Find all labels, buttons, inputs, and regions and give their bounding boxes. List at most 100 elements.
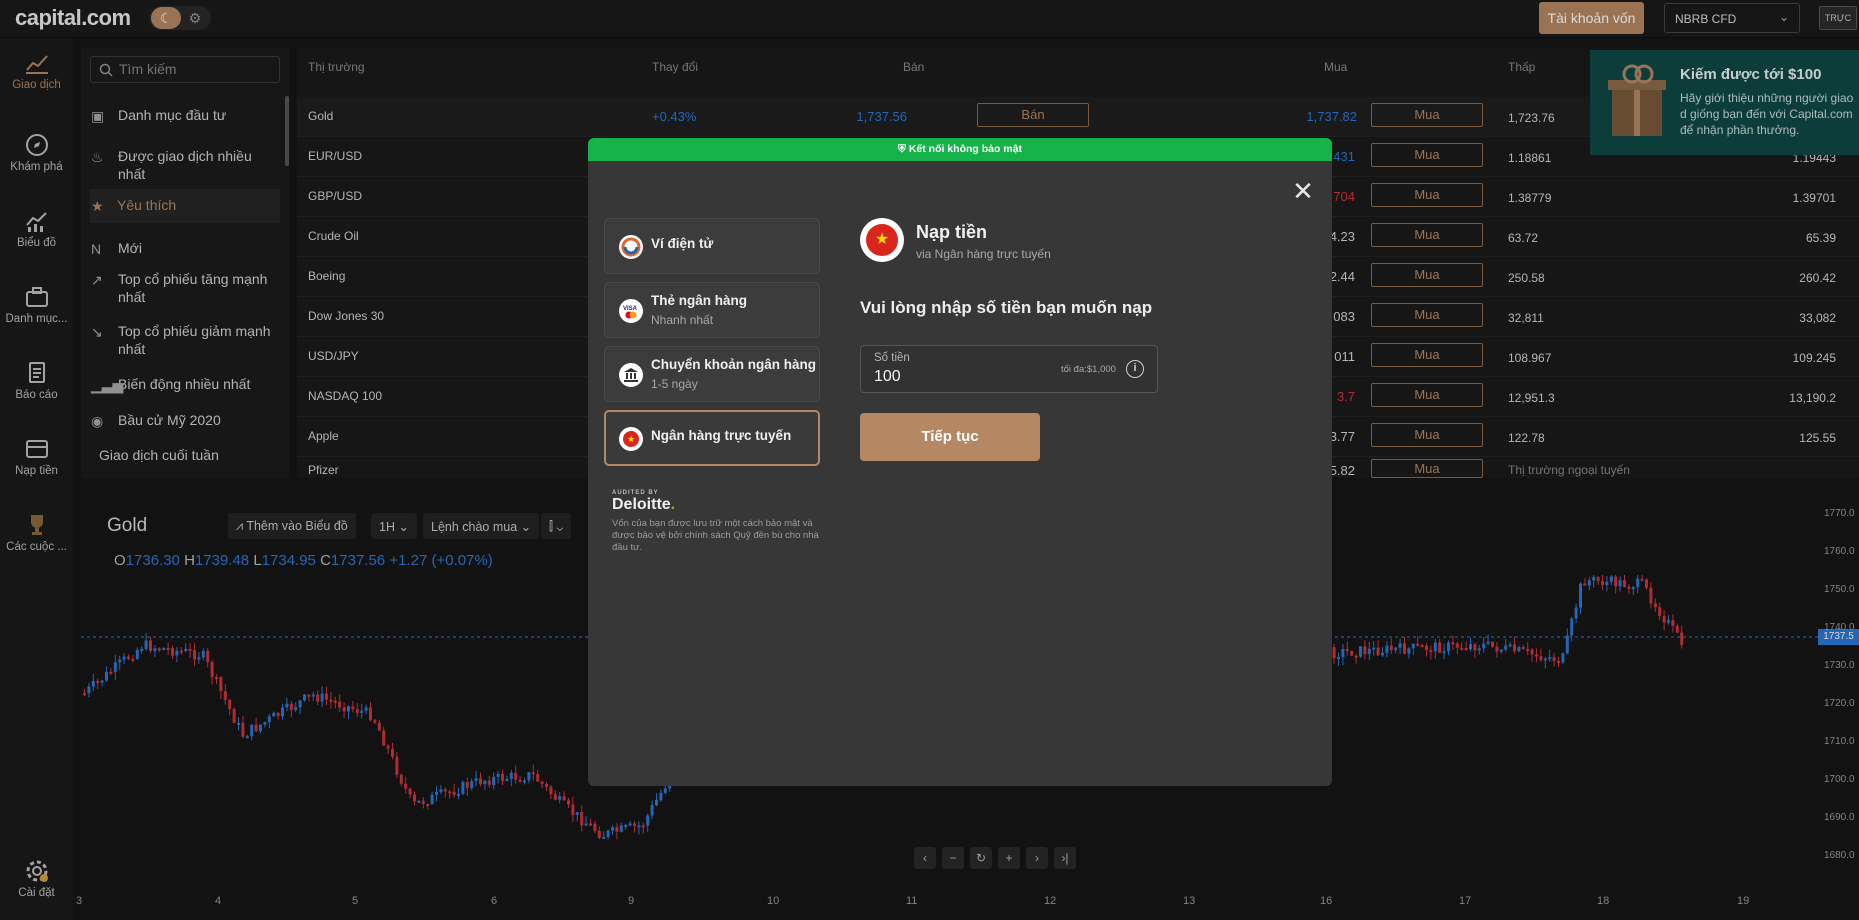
nav-item-deposit[interactable]: Nạp tiền [0, 436, 73, 477]
buy-button[interactable]: Mua [1371, 263, 1483, 287]
vietnam-flag-icon: ★ [619, 427, 643, 451]
candle-body [377, 722, 381, 731]
candle-type-select[interactable]: ⫿ ⌄ [541, 513, 572, 539]
buy-button[interactable]: Mua [1371, 303, 1483, 327]
high-price: 13,190.2 [1789, 391, 1836, 405]
sidebar-item-us-election[interactable]: ◉ Bầu cử Mỹ 2020 [91, 411, 281, 429]
info-icon[interactable]: i [1126, 360, 1144, 378]
timeframe-select[interactable]: 1H ⌄ [371, 513, 417, 539]
scroll-left-button[interactable]: ‹ [914, 847, 936, 869]
fire-icon: ♨ [91, 149, 104, 165]
amount-value[interactable]: 100 [874, 368, 901, 386]
sidebar-item-favorites[interactable]: ★ Yêu thích [90, 189, 280, 223]
candle-body [1649, 587, 1653, 604]
candle-body [351, 706, 355, 710]
method-online-banking[interactable]: ★ Ngân hàng trực tuyến [604, 410, 820, 466]
candle-body [1526, 648, 1530, 651]
low-price: 108.967 [1508, 351, 1552, 365]
reset-button[interactable]: ↻ [970, 847, 992, 869]
close-button[interactable]: ✕ [1291, 178, 1315, 204]
candle-body [210, 661, 214, 678]
y-tick: 1760.0 [1824, 546, 1855, 557]
nav-item-explore[interactable]: Khám phá [0, 132, 73, 173]
buy-button[interactable]: Mua [1371, 459, 1483, 478]
sell-button[interactable]: Bán [977, 103, 1089, 127]
method-bank-transfer[interactable]: Chuyển khoản ngân hàng 1-5 ngày [604, 346, 820, 402]
settings-button[interactable]: Cài đặt [0, 858, 73, 899]
candle-body [628, 823, 632, 826]
x-tick: 4 [215, 895, 222, 907]
buy-button[interactable]: Mua [1371, 183, 1483, 207]
candle-body [1548, 657, 1552, 660]
market-change: +0.43% [652, 109, 697, 124]
candle-body [1552, 657, 1556, 661]
scroll-right-button[interactable]: › [1026, 847, 1048, 869]
buy-button[interactable]: Mua [1371, 223, 1483, 247]
buy-button[interactable]: Mua [1371, 143, 1483, 167]
nav-item-reports[interactable]: Báo cáo [0, 360, 73, 401]
candle-body [1640, 578, 1644, 581]
nav-item-contests[interactable]: Các cuộc ... [0, 512, 73, 553]
live-badge[interactable]: TRỰC [1819, 6, 1857, 30]
weekend-trading-link[interactable]: Giao dịch cuối tuần [99, 447, 219, 463]
sidebar-item-portfolio[interactable]: ▣ Danh mục đầu tư [91, 106, 281, 124]
chevron-down-icon: ⌄ [520, 520, 532, 534]
candle-body [602, 836, 606, 839]
sell-price: 1,737.56 [856, 109, 907, 124]
search-input[interactable]: Tìm kiếm [90, 56, 280, 83]
market-name: GBP/USD [308, 189, 363, 203]
candle-body [96, 680, 100, 683]
candle-body [149, 640, 152, 651]
sidebar-scrollbar[interactable] [285, 96, 289, 166]
y-tick: 1720.0 [1824, 698, 1855, 709]
nav-item-trade[interactable]: Giao dịch [0, 50, 73, 91]
continue-button[interactable]: Tiếp tục [860, 413, 1040, 461]
sidebar-item-new[interactable]: N Mới [91, 239, 281, 257]
zoom-out-button[interactable]: − [942, 847, 964, 869]
candle-body [448, 791, 452, 794]
add-to-chart-button[interactable]: ⩘ Thêm vào Biểu đồ [228, 513, 356, 539]
method-bank-card[interactable]: VISA Thẻ ngân hàng Nhanh nhất [604, 282, 820, 338]
candle-body [294, 707, 298, 710]
x-axis: 3 4 5 6 9 10 11 12 13 16 17 18 19 [76, 895, 1859, 915]
high-price: 109.245 [1792, 351, 1836, 365]
candle-body [562, 796, 566, 801]
referral-banner[interactable]: Kiếm được tới $100 Hãy giới thiệu những … [1590, 50, 1859, 155]
buy-button[interactable]: Mua [1371, 383, 1483, 407]
real-account-button[interactable]: Tài khoản vốn [1539, 2, 1644, 34]
market-name: Dow Jones 30 [308, 309, 385, 323]
nav-label: Các cuộc ... [6, 541, 67, 553]
candle-body [584, 823, 588, 826]
method-e-wallet[interactable]: Ví điện tử [604, 218, 820, 274]
account-select[interactable]: NBRB CFD ⌄ [1664, 3, 1800, 33]
theme-toggle[interactable]: ☾ ⚙ [149, 6, 211, 30]
candle-body [540, 781, 544, 785]
deposit-subtitle: via Ngân hàng trực tuyến [916, 247, 1051, 261]
candle-body [487, 780, 491, 785]
moon-icon[interactable]: ☾ [151, 7, 181, 29]
nav-label: Báo cáo [15, 389, 58, 401]
order-type-label: Lệnh chào mua [431, 520, 518, 534]
candle-body [1605, 581, 1609, 585]
candle-body [1416, 643, 1420, 646]
amount-field[interactable]: Số tiền 100 tối đa:$1,000 i [860, 345, 1158, 393]
connection-text: Kết nối không bảo mật [908, 143, 1022, 155]
candle-body [219, 677, 223, 692]
sidebar-item-most-traded[interactable]: ♨ Được giao dịch nhiều nhất [91, 147, 281, 183]
sidebar-item-top-losers[interactable]: ↘ Top cổ phiếu giảm mạnh nhất [91, 322, 281, 358]
sun-icon[interactable]: ⚙ [181, 7, 209, 29]
scroll-end-button[interactable]: ›| [1054, 847, 1076, 869]
zoom-in-button[interactable]: + [998, 847, 1020, 869]
buy-button[interactable]: Mua [1371, 423, 1483, 447]
buy-button[interactable]: Mua [1371, 103, 1483, 127]
sidebar-item-top-gainers[interactable]: ↗ Top cổ phiếu tăng mạnh nhất [91, 270, 281, 306]
buy-button[interactable]: Mua [1371, 343, 1483, 367]
sidebar-item-volatile[interactable]: ▁▃▅ Biến động nhiều nhất [91, 375, 281, 393]
order-type-select[interactable]: Lệnh chào mua ⌄ [423, 513, 540, 539]
nav-item-portfolio[interactable]: Danh mục... [0, 284, 73, 325]
high-price: 1.39701 [1792, 191, 1836, 205]
svg-text:★: ★ [627, 435, 635, 445]
nav-item-charts[interactable]: Biểu đồ [0, 208, 73, 249]
logo[interactable]: capital.com [15, 5, 131, 31]
x-tick: 18 [1597, 895, 1610, 907]
